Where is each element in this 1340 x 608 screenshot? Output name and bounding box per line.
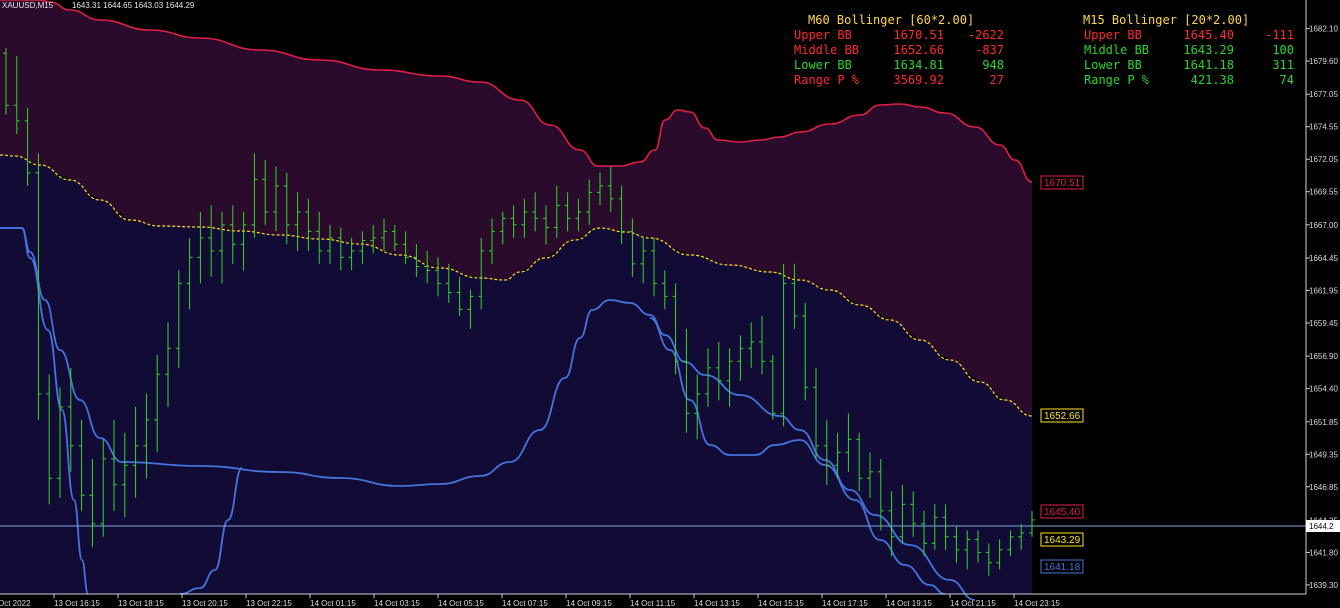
time-tick-label: 14 Oct 13:15 <box>694 599 740 608</box>
m60-row-label: Lower BB <box>794 58 852 72</box>
m15-row-diff: 100 <box>1272 43 1294 57</box>
time-tick-label: 14 Oct 09:15 <box>566 599 612 608</box>
price-tick-label: 1661.95 <box>1309 287 1338 296</box>
price-tick-label: 1664.45 <box>1309 254 1338 263</box>
price-tick-label: 1639.30 <box>1309 581 1338 590</box>
price-tick-label: 1641.80 <box>1309 548 1338 557</box>
m60-row-diff: -2622 <box>968 28 1004 42</box>
m15-row-diff: 74 <box>1280 73 1294 87</box>
m60-middle-tag: 1652.66 <box>1040 408 1084 423</box>
time-tick-label: 14 Oct 01:15 <box>310 599 356 608</box>
m15-row-label: Middle BB <box>1084 43 1149 57</box>
chart-ohlc: 1643.31 1644.65 1643.03 1644.29 <box>72 1 195 10</box>
price-tick-label: 1672.05 <box>1309 155 1338 164</box>
time-tick-label: 14 Oct 23:15 <box>1014 599 1060 608</box>
price-tick-label: 1656.90 <box>1309 352 1338 361</box>
time-tick-label: 14 Oct 05:15 <box>438 599 484 608</box>
time-tick-label: 14 Oct 11:15 <box>630 599 676 608</box>
m60-row-value: 1634.81 <box>893 58 944 72</box>
svg-text:1641.18: 1641.18 <box>1044 562 1081 573</box>
price-tick-label: 1659.45 <box>1309 319 1338 328</box>
m15-row-label: Upper BB <box>1084 28 1142 42</box>
chart-symbol: XAUUSD,M15 <box>2 1 54 10</box>
m15-row-value: 1641.18 <box>1183 58 1234 72</box>
svg-text:1643.29: 1643.29 <box>1044 535 1081 546</box>
price-tick-label: 1669.55 <box>1309 188 1338 197</box>
time-tick-label: Oct 2022 <box>0 599 31 608</box>
price-tick-label: 1654.40 <box>1309 385 1338 394</box>
time-tick-label: 13 Oct 18:15 <box>118 599 164 608</box>
price-chart[interactable]: 1682.10 1679.60 1677.05 1674.55 1672.05 1669.… <box>0 0 1340 608</box>
svg-text:1652.66: 1652.66 <box>1044 411 1081 422</box>
m60-row-label: Middle BB <box>794 43 859 57</box>
m15-middle-tag: 1643.29 <box>1040 532 1084 547</box>
m60-row-diff: 948 <box>982 58 1004 72</box>
m15-row-value: 421.38 <box>1191 73 1234 87</box>
m15-lower-tag: 1641.18 <box>1040 559 1084 574</box>
m15-panel-title: M15 Bollinger [20*2.00] <box>1083 13 1249 27</box>
m60-panel-title: M60 Bollinger [60*2.00] <box>808 13 974 27</box>
svg-text:1644.2: 1644.2 <box>1309 522 1334 531</box>
time-tick-label: 13 Oct 16:15 <box>54 599 100 608</box>
time-tick-label: 14 Oct 15:15 <box>758 599 804 608</box>
price-tick-label: 1651.85 <box>1309 418 1338 427</box>
time-tick-label: 14 Oct 21:15 <box>950 599 996 608</box>
m60-row-value: 1670.51 <box>893 28 944 42</box>
m60-row-value: 3569.92 <box>893 73 944 87</box>
m60-upper-tag: 1670.51 <box>1040 175 1084 190</box>
current-price-label: 1644.2 <box>1306 520 1340 532</box>
m15-row-value: 1645.40 <box>1183 28 1234 42</box>
price-tick-label: 1646.85 <box>1309 483 1338 492</box>
time-tick-label: 13 Oct 22:15 <box>246 599 292 608</box>
m60-row-value: 1652.66 <box>893 43 944 57</box>
m60-row-diff: -837 <box>975 43 1004 57</box>
time-tick-label: 14 Oct 19:15 <box>886 599 932 608</box>
price-tick-label: 1674.55 <box>1309 123 1338 132</box>
price-tick-label: 1649.35 <box>1309 450 1338 459</box>
m15-upper-tag: 1645.40 <box>1040 504 1084 519</box>
m15-row-label: Range P % <box>1084 73 1150 87</box>
time-tick-label: 13 Oct 20:15 <box>182 599 228 608</box>
time-tick-label: 14 Oct 03:15 <box>374 599 420 608</box>
m15-row-diff: 311 <box>1272 58 1294 72</box>
time-tick-label: 14 Oct 17:15 <box>822 599 868 608</box>
m60-row-diff: 27 <box>990 73 1004 87</box>
price-tick-label: 1679.60 <box>1309 57 1338 66</box>
price-tick-label: 1682.10 <box>1309 25 1338 34</box>
m15-row-label: Lower BB <box>1084 58 1142 72</box>
time-tick-label: 14 Oct 07:15 <box>502 599 548 608</box>
m60-row-label: Upper BB <box>794 28 852 42</box>
m15-row-diff: -111 <box>1265 28 1294 42</box>
svg-text:1670.51: 1670.51 <box>1044 178 1081 189</box>
svg-text:1645.40: 1645.40 <box>1044 507 1081 518</box>
m15-row-value: 1643.29 <box>1183 43 1234 57</box>
m60-row-label: Range P % <box>794 73 860 87</box>
price-tick-label: 1677.05 <box>1309 90 1338 99</box>
price-tick-label: 1667.00 <box>1309 221 1338 230</box>
